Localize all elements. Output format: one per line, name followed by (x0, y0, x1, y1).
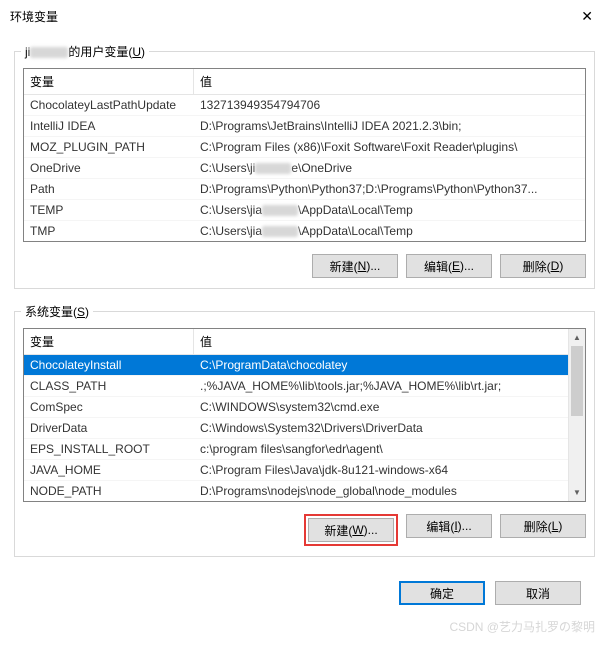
dialog-content: ji的用户变量(U) 变量 值 ChocolateyLastPathUpdate… (0, 31, 609, 619)
cell-variable: ComSpec (24, 397, 194, 417)
cell-value: D:\Programs\nodejs\node_global\node_modu… (194, 481, 568, 501)
cell-value: C:\Users\jia\AppData\Local\Temp (194, 221, 585, 241)
cell-variable: TMP (24, 221, 194, 241)
titlebar: 环境变量 ✕ (0, 0, 609, 31)
cell-value: .;%JAVA_HOME%\lib\tools.jar;%JAVA_HOME%\… (194, 376, 568, 396)
cell-value: C:\Windows\System32\Drivers\DriverData (194, 418, 568, 438)
sys-new-button[interactable]: 新建(W)... (308, 518, 394, 542)
sys-vars-buttons: 新建(W)... 编辑(I)... 删除(L) (15, 508, 594, 556)
user-vars-group: ji的用户变量(U) 变量 值 ChocolateyLastPathUpdate… (14, 43, 595, 289)
col-value[interactable]: 值 (194, 329, 568, 354)
cell-variable: JAVA_HOME (24, 460, 194, 480)
table-row[interactable]: ChocolateyLastPathUpdate1327139493547947… (24, 95, 585, 115)
user-edit-button[interactable]: 编辑(E)... (406, 254, 492, 278)
cell-value: C:\Program Files\Java\jdk-8u121-windows-… (194, 460, 568, 480)
highlight-box: 新建(W)... (304, 514, 398, 546)
cell-variable: NODE_PATH (24, 481, 194, 501)
cell-variable: IntelliJ IDEA (24, 116, 194, 136)
cell-variable: MOZ_PLUGIN_PATH (24, 137, 194, 157)
cell-variable: OneDrive (24, 158, 194, 178)
table-row[interactable]: EPS_INSTALL_ROOTc:\program files\sangfor… (24, 438, 568, 459)
user-delete-button[interactable]: 删除(D) (500, 254, 586, 278)
user-new-button[interactable]: 新建(N)... (312, 254, 398, 278)
table-row[interactable]: MOZ_PLUGIN_PATHC:\Program Files (x86)\Fo… (24, 136, 585, 157)
table-header: 变量 值 (24, 329, 568, 355)
cell-value: C:\WINDOWS\system32\cmd.exe (194, 397, 568, 417)
cell-value: 132713949354794706 (194, 95, 585, 115)
table-row[interactable]: DriverDataC:\Windows\System32\Drivers\Dr… (24, 417, 568, 438)
table-row[interactable]: TEMPC:\Users\jia\AppData\Local\Temp (24, 199, 585, 220)
col-value[interactable]: 值 (194, 69, 585, 94)
sys-vars-group: 系统变量(S) 变量 值 ChocolateyInstallC:\Program… (14, 303, 595, 557)
cancel-button[interactable]: 取消 (495, 581, 581, 605)
cell-variable: ChocolateyInstall (24, 355, 194, 375)
cell-variable: CLASS_PATH (24, 376, 194, 396)
table-row[interactable]: NODE_PATHD:\Programs\nodejs\node_global\… (24, 480, 568, 501)
user-vars-buttons: 新建(N)... 编辑(E)... 删除(D) (15, 248, 594, 288)
sys-vars-legend: 系统变量(S) (21, 303, 93, 320)
watermark: CSDN @艺力马扎罗の黎明 (449, 618, 595, 635)
table-row[interactable]: PathD:\Programs\Python\Python37;D:\Progr… (24, 178, 585, 199)
cell-value: C:\Users\jia\AppData\Local\Temp (194, 200, 585, 220)
dialog-buttons: 确定 取消 (14, 571, 595, 605)
cell-variable: DriverData (24, 418, 194, 438)
cell-value: c:\program files\sangfor\edr\agent\ (194, 439, 568, 459)
close-icon[interactable]: ✕ (575, 6, 599, 27)
cell-variable: EPS_INSTALL_ROOT (24, 439, 194, 459)
table-row[interactable]: ComSpecC:\WINDOWS\system32\cmd.exe (24, 396, 568, 417)
cell-value: C:\Users\jie\OneDrive (194, 158, 585, 178)
col-variable[interactable]: 变量 (24, 329, 194, 354)
scrollbar[interactable]: ▲ ▼ (568, 329, 585, 501)
table-row[interactable]: ChocolateyInstallC:\ProgramData\chocolat… (24, 355, 568, 375)
ok-button[interactable]: 确定 (399, 581, 485, 605)
cell-variable: ChocolateyLastPathUpdate (24, 95, 194, 115)
table-row[interactable]: JAVA_HOMEC:\Program Files\Java\jdk-8u121… (24, 459, 568, 480)
scroll-thumb[interactable] (571, 346, 583, 416)
col-variable[interactable]: 变量 (24, 69, 194, 94)
cell-value: C:\ProgramData\chocolatey (194, 355, 568, 375)
sys-edit-button[interactable]: 编辑(I)... (406, 514, 492, 538)
cell-value: C:\Program Files (x86)\Foxit Software\Fo… (194, 137, 585, 157)
cell-value: D:\Programs\JetBrains\IntelliJ IDEA 2021… (194, 116, 585, 136)
table-header: 变量 值 (24, 69, 585, 95)
user-vars-table[interactable]: 变量 值 ChocolateyLastPathUpdate13271394935… (23, 68, 586, 242)
scroll-down-icon[interactable]: ▼ (569, 484, 585, 501)
sys-vars-table[interactable]: 变量 值 ChocolateyInstallC:\ProgramData\cho… (23, 328, 586, 502)
cell-value: D:\Programs\Python\Python37;D:\Programs\… (194, 179, 585, 199)
table-row[interactable]: TMPC:\Users\jia\AppData\Local\Temp (24, 220, 585, 241)
sys-delete-button[interactable]: 删除(L) (500, 514, 586, 538)
scroll-up-icon[interactable]: ▲ (569, 329, 585, 346)
table-row[interactable]: CLASS_PATH.;%JAVA_HOME%\lib\tools.jar;%J… (24, 375, 568, 396)
user-vars-legend: ji的用户变量(U) (21, 43, 149, 60)
table-row[interactable]: IntelliJ IDEAD:\Programs\JetBrains\Intel… (24, 115, 585, 136)
cell-variable: Path (24, 179, 194, 199)
dialog-title: 环境变量 (10, 8, 58, 25)
table-row[interactable]: OneDriveC:\Users\jie\OneDrive (24, 157, 585, 178)
cell-variable: TEMP (24, 200, 194, 220)
